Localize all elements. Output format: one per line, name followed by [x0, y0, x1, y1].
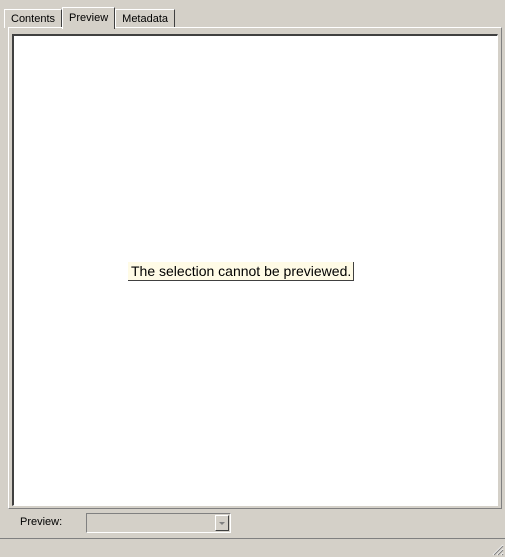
preview-options-row: Preview:	[0, 510, 505, 536]
preview-label: Preview:	[20, 516, 63, 528]
tab-label: Preview	[69, 12, 109, 24]
preview-area: The selection cannot be previewed.	[12, 34, 498, 506]
preview-type-dropdown[interactable]	[86, 513, 231, 533]
no-preview-message: The selection cannot be previewed.	[128, 262, 355, 281]
tab-preview[interactable]: Preview	[62, 7, 116, 29]
preview-window: Contents Preview Metadata The selection …	[0, 0, 505, 557]
tab-label: Metadata	[122, 13, 169, 25]
tab-page-preview: The selection cannot be previewed.	[8, 27, 502, 509]
status-bar	[0, 538, 505, 557]
tab-strip: Contents Preview Metadata	[4, 6, 176, 29]
chevron-down-icon	[219, 522, 225, 525]
tab-metadata[interactable]: Metadata	[115, 9, 176, 28]
dropdown-button[interactable]	[215, 515, 229, 531]
tab-label: Contents	[11, 13, 56, 25]
tab-contents[interactable]: Contents	[4, 9, 63, 28]
size-grip-icon[interactable]	[492, 544, 504, 556]
